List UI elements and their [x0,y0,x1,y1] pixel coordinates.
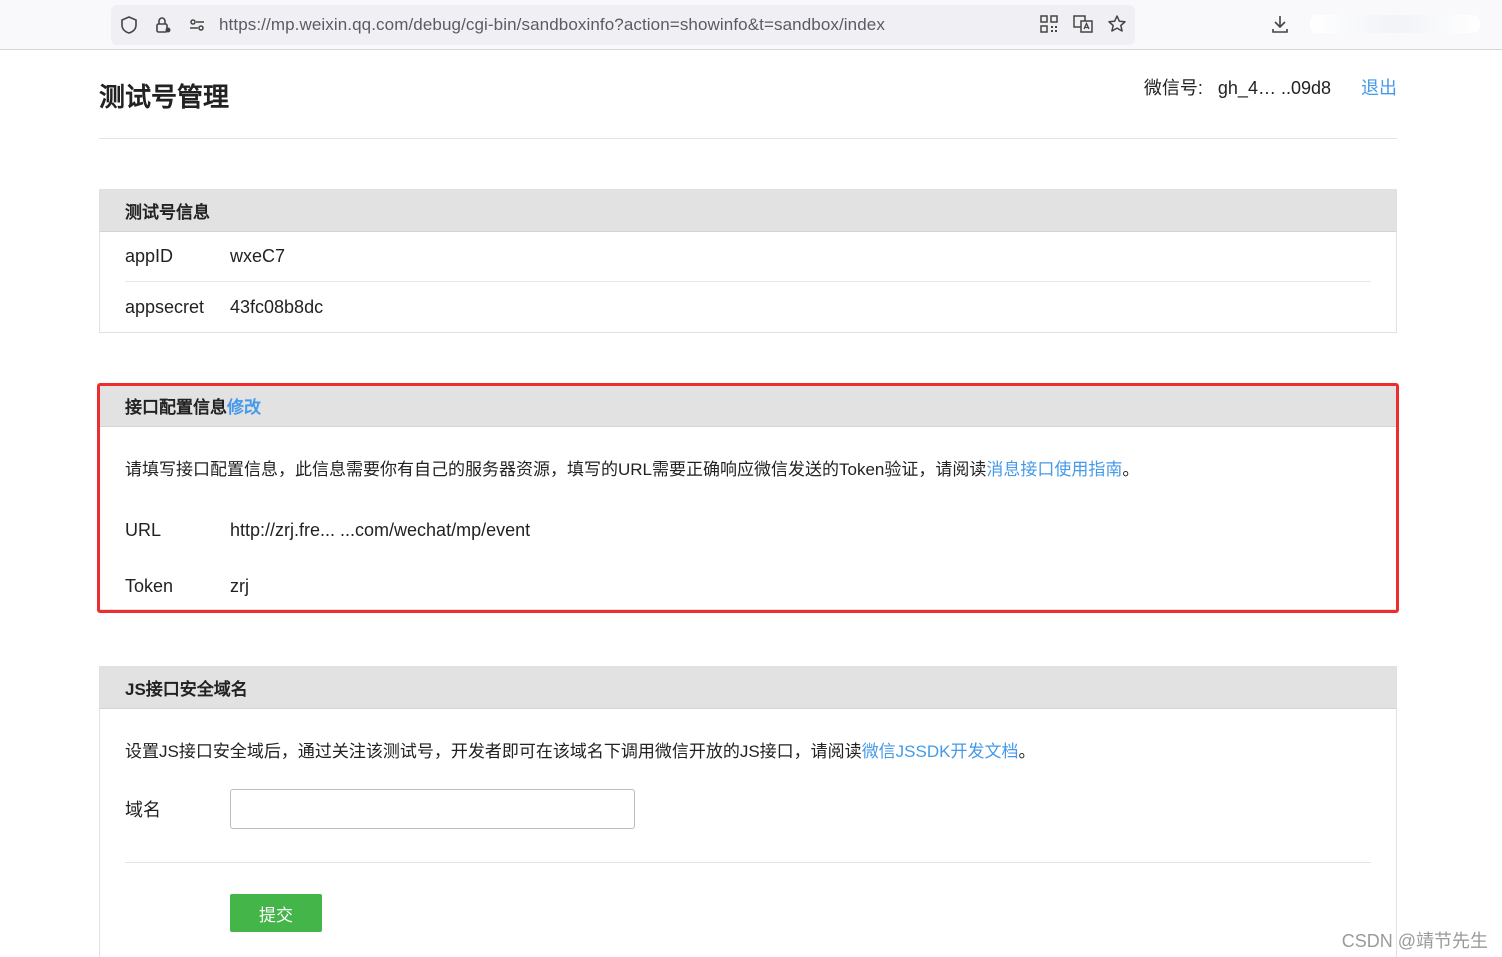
interface-title: 接口配置信息 [125,398,227,417]
account-info: 微信号: gh_4… ..09d8 退出 [1144,74,1397,100]
token-row: Token zrj [125,558,1371,614]
desc-text: 设置JS接口安全域后，通过关注该测试号，开发者即可在该域名下调用微信开放的JS接… [125,742,862,761]
interface-description: 请填写接口配置信息，此信息需要你有自己的服务器资源，填写的URL需要正确响应微信… [125,455,1371,480]
domain-label: 域名 [125,800,161,820]
shield-icon[interactable] [119,15,139,35]
panel-title: 接口配置信息 修改 [100,385,1396,427]
panel-title: 测试号信息 [100,190,1396,232]
test-account-panel: 测试号信息 appID wxeC7 appsecret 43fc08b8dc [99,189,1397,333]
token-label: Token [125,575,174,596]
message-api-guide-link[interactable]: 消息接口使用指南 [986,460,1122,479]
edit-link[interactable]: 修改 [227,393,261,418]
js-domain-panel: JS接口安全域名 设置JS接口安全域后，通过关注该测试号，开发者即可在该域名下调… [99,666,1397,957]
appsecret-value: 43fc08b8dc [230,296,324,317]
translate-icon[interactable] [1073,14,1093,34]
lock-icon[interactable] [153,15,173,35]
domain-input[interactable] [230,789,635,829]
url-text[interactable]: https://mp.weixin.qq.com/debug/cgi-bin/s… [219,15,885,35]
watermark: CSDN @靖节先生 [1341,931,1488,951]
appsecret-row: appsecret 43fc08b8dc [125,282,1371,332]
interface-config-panel: 接口配置信息 修改 请填写接口配置信息，此信息需要你有自己的服务器资源，填写的UR… [99,384,1397,610]
logout-link[interactable]: 退出 [1361,74,1397,100]
url-label: URL [125,519,162,540]
submit-button[interactable]: 提交 [230,894,322,932]
appsecret-label: appsecret [125,296,205,317]
qr-code-icon[interactable] [1039,14,1059,34]
desc-suffix: 。 [1122,460,1140,479]
account-value: gh_4… ..09d8 [1217,78,1331,98]
header-divider [99,138,1397,139]
download-icon[interactable] [1270,14,1290,34]
profile-area[interactable] [1310,15,1480,33]
bookmark-star-icon[interactable] [1107,14,1127,34]
address-bar[interactable]: https://mp.weixin.qq.com/debug/cgi-bin/s… [111,5,1135,45]
desc-text: 请填写接口配置信息，此信息需要你有自己的服务器资源，填写的URL需要正确响应微信… [125,460,987,479]
permissions-icon[interactable] [187,15,207,35]
page-title: 测试号管理 [99,82,230,112]
js-domain-description: 设置JS接口安全域后，通过关注该测试号，开发者即可在该域名下调用微信开放的JS接… [125,737,1371,762]
url-row: URL http://zrj.fre... ...com/wechat/mp/e… [125,502,1371,558]
panel-title: JS接口安全域名 [100,667,1396,709]
desc-suffix: 。 [1018,742,1036,761]
account-label-group: 微信号: gh_4… ..09d8 [1144,74,1331,100]
appid-label: appID [125,246,174,266]
token-value: zrj [230,575,249,596]
appid-value: wxeC7 [230,246,286,266]
browser-toolbar: https://mp.weixin.qq.com/debug/cgi-bin/s… [0,0,1502,50]
account-label: 微信号: [1143,78,1203,98]
domain-row: 域名 [125,789,1371,829]
url-value: http://zrj.fre... ...com/wechat/mp/event [230,519,531,540]
jssdk-docs-link[interactable]: 微信JSSDK开发文档 [862,742,1019,761]
appid-row: appID wxeC7 [125,232,1371,282]
form-divider [125,862,1371,863]
